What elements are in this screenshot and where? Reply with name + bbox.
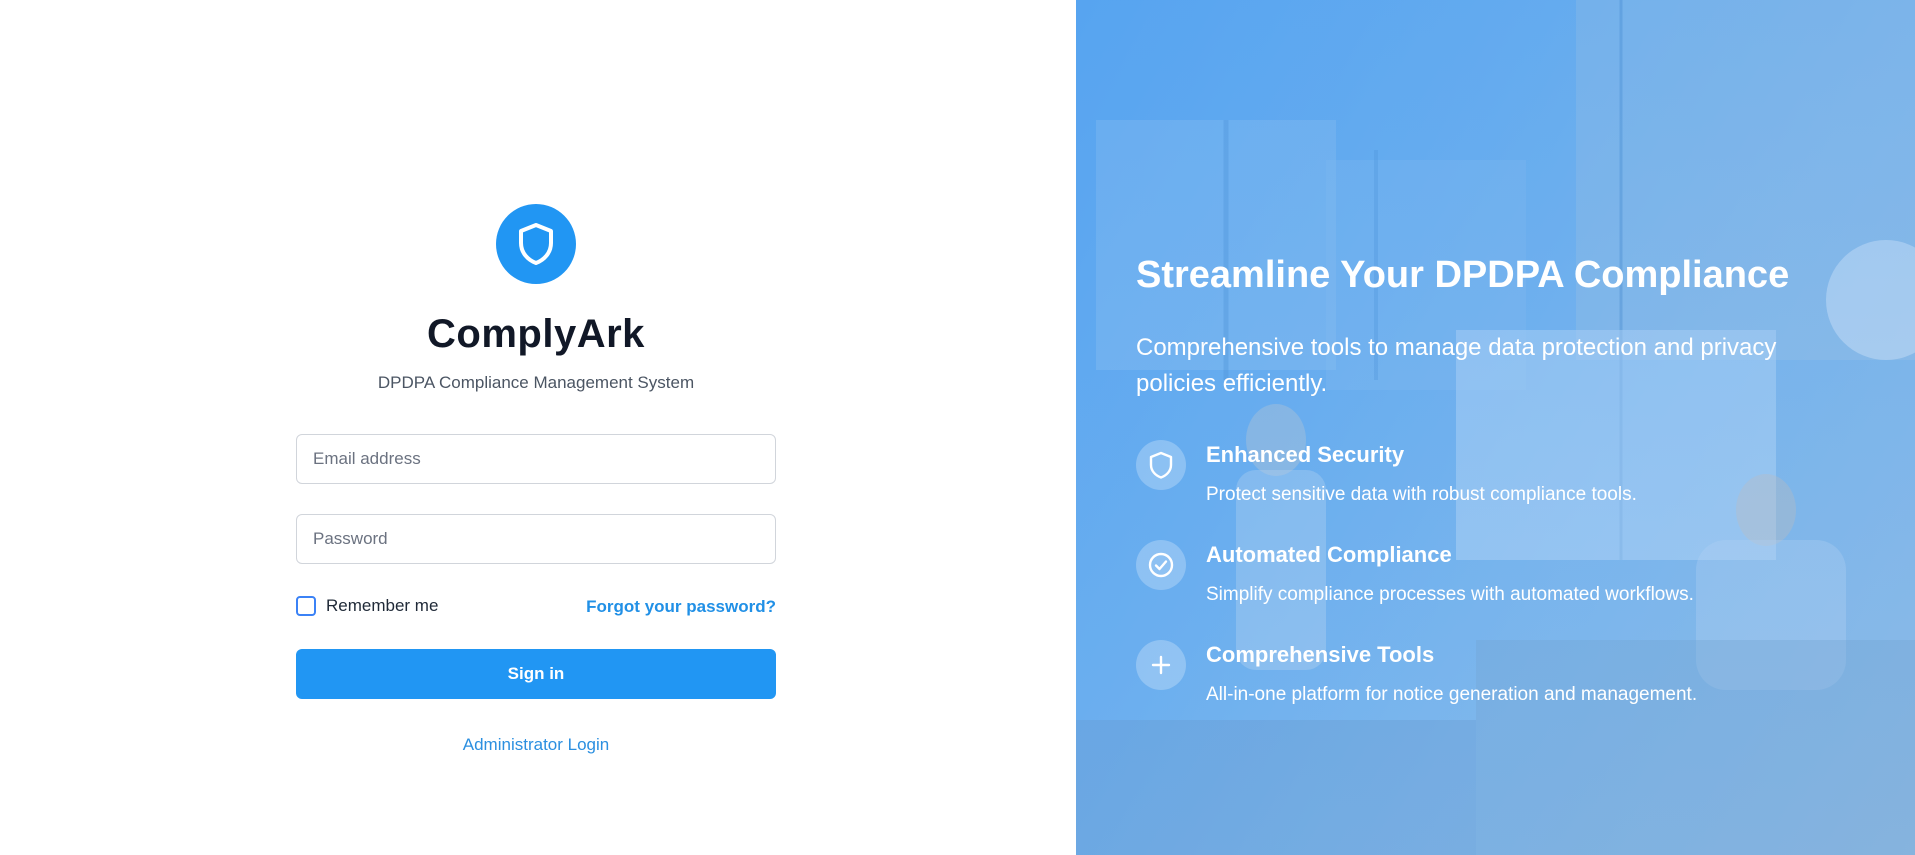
feature-description: Protect sensitive data with robust compl… xyxy=(1206,484,1637,505)
shield-icon xyxy=(519,223,553,265)
logo-badge xyxy=(496,204,576,284)
app-name: ComplyArk xyxy=(427,312,645,356)
hero-panel: Streamline Your DPDPA Compliance Compreh… xyxy=(1076,0,1915,855)
feature-icon-badge xyxy=(1136,440,1186,490)
remember-me-label: Remember me xyxy=(326,596,439,615)
hero-title: Streamline Your DPDPA Compliance xyxy=(1136,254,1790,296)
remember-me-checkbox[interactable] xyxy=(296,596,316,616)
feature-icon-badge xyxy=(1136,640,1186,690)
login-panel: ComplyArk DPDPA Compliance Management Sy… xyxy=(0,0,1076,855)
feature-description: Simplify compliance processes with autom… xyxy=(1206,584,1694,605)
feature-title: Enhanced Security xyxy=(1206,442,1405,467)
feature-title: Automated Compliance xyxy=(1206,542,1452,567)
sign-in-button[interactable]: Sign in xyxy=(296,649,776,699)
hero-subtitle: Comprehensive tools to manage data prote… xyxy=(1136,334,1777,397)
administrator-login-link[interactable]: Administrator Login xyxy=(0,735,1072,755)
remember-me[interactable]: Remember me xyxy=(296,596,438,616)
feature-description: All-in-one platform for notice generatio… xyxy=(1206,684,1698,705)
app-tagline: DPDPA Compliance Management System xyxy=(377,373,695,392)
feature-icon-badge xyxy=(1136,540,1186,590)
hero-overlay xyxy=(1076,0,1915,855)
feature-title: Comprehensive Tools xyxy=(1206,642,1435,667)
email-field[interactable] xyxy=(296,434,776,484)
shield-icon xyxy=(1149,451,1173,479)
check-circle-icon xyxy=(1148,552,1174,578)
password-field[interactable] xyxy=(296,514,776,564)
plus-icon xyxy=(1151,655,1171,675)
forgot-password-link[interactable]: Forgot your password? xyxy=(586,597,776,617)
